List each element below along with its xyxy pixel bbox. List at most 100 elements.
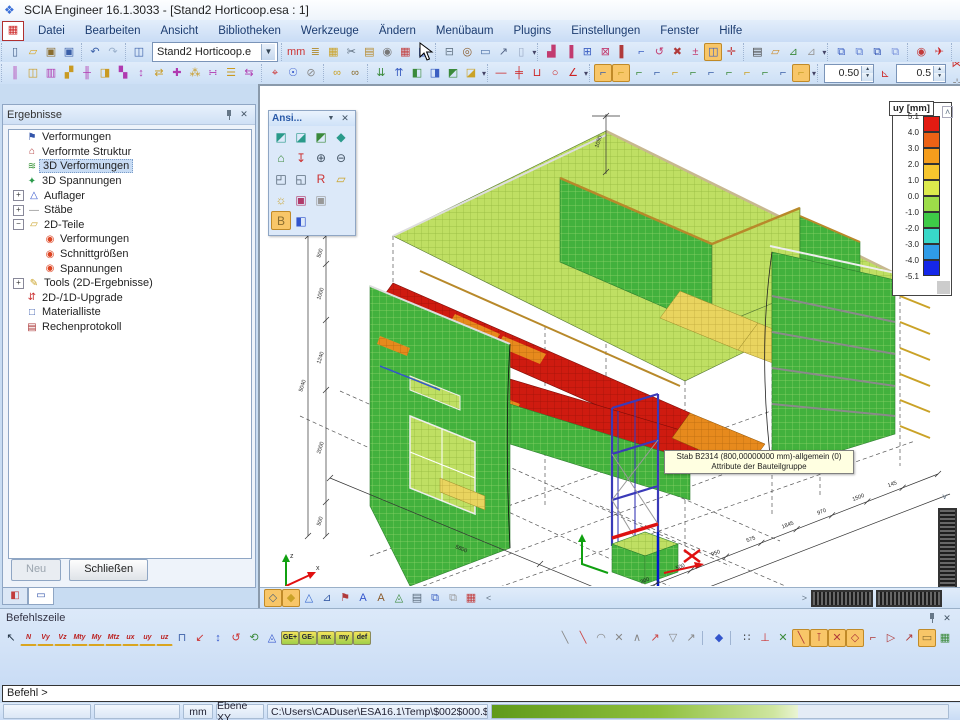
zoom-selection-icon[interactable]: R [311,169,331,188]
results-panel-header[interactable]: Ergebnisse ✕ [3,105,255,125]
scroll-down-icon[interactable]: ˅ [942,492,947,502]
half-right-icon[interactable]: ◨ [426,64,444,82]
divide-icon[interactable]: ∺ [204,64,222,82]
tree-item-2d-1d-upgrade[interactable]: ⇵2D-/1D-Upgrade [9,291,251,306]
cursor-snap-icon[interactable]: ◆ [710,629,728,647]
unlink-icon[interactable]: ∞ [346,64,364,82]
result-mx-icon[interactable]: mx [317,631,335,645]
chart-gray-icon[interactable]: ⊿ [802,43,820,61]
beam-section-8-icon[interactable]: ⌐ [720,64,738,82]
screenshot-icon[interactable]: ▭ [476,43,494,61]
iso-marker-icon[interactable]: ◬ [263,629,281,647]
tree-item-3d-spannungen[interactable]: ✦3D Spannungen [9,174,251,189]
menu-item-ändern[interactable]: Ändern [369,23,426,39]
layers-icon[interactable]: ≣ [306,43,324,61]
move-node-icon[interactable]: ║ [6,64,24,82]
cube-solid-icon[interactable]: ◆ [282,589,300,607]
link-icon[interactable]: ∞ [328,64,346,82]
scale-spinner[interactable]: 0.50 ▲▼ [824,64,874,83]
tree-item-materialliste[interactable]: □Materialliste [9,305,251,320]
zoom-window-icon[interactable]: ◰ [271,169,291,188]
menu-item-bearbeiten[interactable]: Bearbeiten [75,23,151,39]
spinner-steppers[interactable]: ▲▼ [861,66,873,81]
delete-tool-icon[interactable]: ✕ [610,629,628,647]
export-document-icon[interactable]: ↗ [494,43,512,61]
open-folder-icon[interactable]: ▱ [24,43,42,61]
grid-red-icon[interactable]: ▦ [462,589,480,607]
result-ge-plus-icon[interactable]: GE+ [281,631,299,645]
join-icon[interactable]: ⇄ [150,64,168,82]
paste-format-icon[interactable]: ⧉ [886,43,904,61]
scroll-left-icon[interactable]: < [486,593,491,603]
cube-wire-icon[interactable]: ◇ [264,589,282,607]
arc-tool-icon[interactable]: ◠ [592,629,610,647]
horizontal-scroll-thumb[interactable] [811,590,873,607]
tree-item-3d-verformungen[interactable]: ≋3D Verformungen [9,159,251,174]
arrows-up-icon[interactable]: ⇈ [390,64,408,82]
trim-icon[interactable]: ◨ [96,64,114,82]
b-mode-icon[interactable]: B [271,211,291,230]
chevron-down-icon[interactable]: ▼ [324,112,338,125]
label-members-icon[interactable]: A [372,589,390,607]
rotate-right-icon[interactable]: ⟲ [245,629,263,647]
layers-c-icon[interactable]: ⧉ [444,589,462,607]
tree-item-schnittgrößen[interactable]: ◉Schnittgrößen [9,247,251,262]
copy-format-icon[interactable]: ⧉ [868,43,886,61]
vector2-tool-icon[interactable]: ↗ [682,629,700,647]
overflow-icon[interactable]: ▾ [584,69,588,78]
chart-icon[interactable]: ⊿ [784,43,802,61]
camera-icon[interactable]: ▣ [291,190,311,209]
ruler-icon[interactable]: ▭ [918,629,936,647]
view-xz-icon[interactable]: ◩ [311,127,331,146]
beam-section-6-icon[interactable]: ⌐ [684,64,702,82]
paste-attributes-icon[interactable]: ⧉ [850,43,868,61]
show-labels-icon[interactable]: ⚑ [336,589,354,607]
view-folder-icon[interactable]: ▱ [331,169,351,188]
half-top-icon[interactable]: ◩ [444,64,462,82]
copy-node-icon[interactable]: ◫ [24,64,42,82]
snap-grid-icon[interactable]: ∷ [738,629,756,647]
pin-icon[interactable] [224,109,234,121]
status-plane[interactable]: Ebene XY [216,704,264,719]
plane-tool-icon[interactable]: ▽ [664,629,682,647]
column-icon[interactable]: ▐ [560,43,578,61]
tree-item-spannungen[interactable]: ◉Spannungen [9,261,251,276]
half-left-icon[interactable]: ◧ [408,64,426,82]
view-axo-icon[interactable]: ◆ [331,127,351,146]
draw-perpendicular-icon[interactable]: ╪ [510,64,528,82]
scroll-right-icon[interactable]: > [802,593,807,603]
cross-section-icon[interactable]: ⊞ [578,43,596,61]
menu-item-plugins[interactable]: Plugins [503,23,561,39]
table-red-icon[interactable]: ▦ [396,43,414,61]
close-command-panel-icon[interactable]: ✕ [940,612,954,625]
detach-icon[interactable]: ☉ [284,64,302,82]
overflow-icon[interactable]: ▾ [822,48,826,57]
calculator-icon[interactable]: ▦ [324,43,342,61]
attach-icon[interactable]: ⌖ [266,64,284,82]
page-icon[interactable]: ▯ [512,43,530,61]
print-preview-icon[interactable]: ◎ [458,43,476,61]
stretch-icon[interactable]: ╫ [78,64,96,82]
calculator-small-icon[interactable]: ▦ [936,629,954,647]
stack-icon[interactable]: ☰ [222,64,240,82]
swap-icon[interactable]: ⇆ [240,64,258,82]
zoom-out-icon[interactable]: ⊖ [331,148,351,167]
zoom-all-icon[interactable]: ◱ [291,169,311,188]
pin-icon[interactable] [927,612,937,624]
lasso-icon[interactable]: ⊘ [302,64,320,82]
vector-tool-icon[interactable]: ↗ [646,629,664,647]
break-icon[interactable]: ↕ [132,64,150,82]
zoom-in-icon[interactable]: ⊕ [311,148,331,167]
undo-icon[interactable]: ↶ [86,43,104,61]
result-ux-icon[interactable]: ux [122,630,139,646]
units-icon[interactable]: mm [286,43,306,61]
options-icon[interactable]: ◉ [378,43,396,61]
arrows-down-icon[interactable]: ⇊ [372,64,390,82]
menu-item-bibliotheken[interactable]: Bibliotheken [208,23,291,39]
result-ge-minus-icon[interactable]: GE- [299,631,317,645]
beam-section-2-icon[interactable]: ⌐ [612,64,630,82]
select-cursor-icon[interactable]: ↖ [2,629,20,647]
snap-arc-icon[interactable]: ▷ [882,629,900,647]
rotate-left-icon[interactable]: ↺ [227,629,245,647]
dimension-style-icon[interactable]: ⊾ [876,65,894,83]
